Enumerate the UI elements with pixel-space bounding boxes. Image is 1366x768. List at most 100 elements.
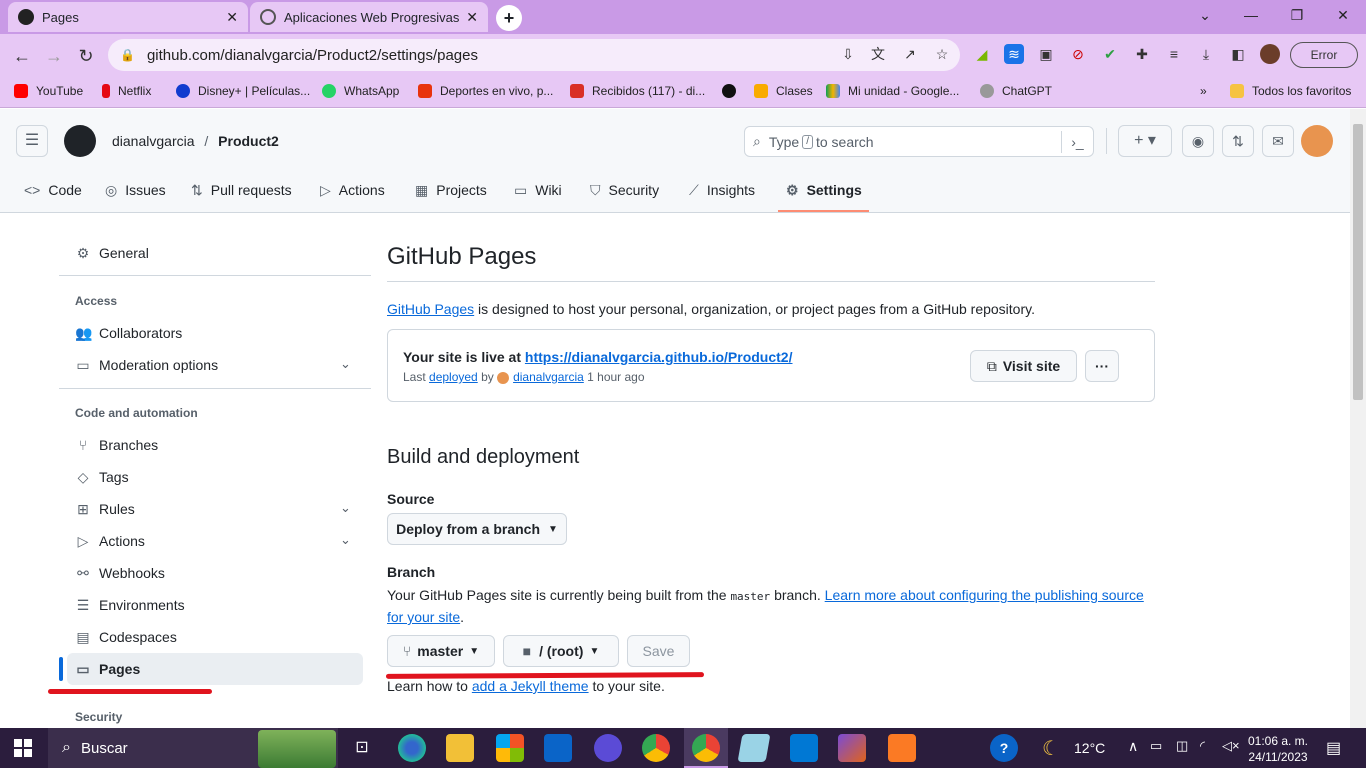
tab-settings[interactable]: ⚙ Settings	[786, 180, 862, 200]
chrome-profile-icon[interactable]	[692, 734, 720, 762]
bookmark-all-favorites[interactable]: Todos los favoritos	[1230, 82, 1351, 100]
tab-issues[interactable]: ◎ Issues	[105, 180, 166, 200]
search-input[interactable]: ⌕ Type / to search ›_	[744, 126, 1094, 157]
photos-icon[interactable]	[594, 734, 622, 762]
file-explorer-icon[interactable]	[446, 734, 474, 762]
install-app-icon[interactable]: ⇩	[838, 44, 858, 64]
bookmark-youtube[interactable]: YouTube	[14, 82, 83, 100]
chrome-icon[interactable]	[642, 734, 670, 762]
star-icon[interactable]: ☆	[932, 44, 952, 64]
error-button[interactable]: Error	[1290, 42, 1358, 68]
close-tab-icon[interactable]: ✕	[226, 9, 238, 26]
mail-icon[interactable]	[544, 734, 572, 762]
extension-wifi-icon[interactable]: ≋	[1004, 44, 1024, 64]
sidebar-item-webhooks[interactable]: ⚯ Webhooks	[75, 563, 165, 583]
new-tab-button[interactable]: +	[496, 5, 522, 31]
back-icon[interactable]: ←	[10, 44, 34, 68]
restore-button[interactable]: ❐	[1274, 0, 1320, 30]
volume-muted-icon[interactable]: ◁×	[1222, 738, 1240, 754]
translate-icon[interactable]: 文	[868, 44, 888, 64]
tab-code[interactable]: <> Code	[24, 180, 82, 200]
close-window-button[interactable]: ✕	[1320, 0, 1366, 30]
extension-screen-icon[interactable]: ▣	[1036, 44, 1056, 64]
folder-select[interactable]: ■ / (root) ▼	[503, 635, 619, 667]
display-icon[interactable]: ◫	[1176, 738, 1188, 754]
media-control-icon[interactable]: ≡	[1164, 44, 1184, 64]
bookmark-gmail[interactable]: Recibidos (117) - di...	[570, 82, 705, 100]
github-logo-icon[interactable]	[64, 125, 96, 157]
hamburger-menu-button[interactable]: ☰	[16, 125, 48, 157]
store-icon[interactable]	[496, 734, 524, 762]
scrollbar-thumb[interactable]	[1353, 124, 1363, 400]
downloads-icon[interactable]: ⤓	[1196, 44, 1216, 64]
pull-requests-icon[interactable]: ⇅	[1222, 125, 1254, 157]
bookmark-deportes[interactable]: Deportes en vivo, p...	[418, 82, 553, 100]
branch-select[interactable]: ⑂ master ▼	[387, 635, 495, 667]
address-bar[interactable]: 🔒 github.com/dianalvgarcia/Product2/sett…	[108, 39, 960, 71]
tab-insights[interactable]: ⟋ Insights	[689, 180, 755, 200]
wifi-icon[interactable]: ◜	[1200, 738, 1205, 754]
bookmark-drive[interactable]: Mi unidad - Google...	[826, 82, 959, 100]
source-select[interactable]: Deploy from a branch ▼	[387, 513, 567, 545]
create-new-button[interactable]: + ▾	[1118, 125, 1172, 157]
sidebar-item-general[interactable]: ⚙ General	[75, 243, 149, 263]
bookmark-site[interactable]	[722, 82, 744, 100]
minimize-button[interactable]: —	[1228, 0, 1274, 30]
profile-avatar[interactable]	[1260, 44, 1280, 64]
bookmark-disney[interactable]: Disney+ | Películas...	[176, 82, 310, 100]
issues-icon[interactable]: ◉	[1182, 125, 1214, 157]
taskbar-clock[interactable]: 01:06 a. m. 24/11/2023	[1246, 733, 1310, 765]
tab-pages[interactable]: Pages ✕	[8, 2, 248, 32]
reload-icon[interactable]: ↻	[74, 44, 98, 68]
github-pages-link[interactable]: GitHub Pages	[387, 301, 474, 317]
task-view-icon[interactable]: ⊡	[348, 734, 376, 762]
sidebar-item-codespaces[interactable]: ▤ Codespaces	[75, 627, 176, 647]
windows-start-icon[interactable]	[14, 739, 32, 757]
owner-link[interactable]: dianalvgarcia	[112, 133, 195, 149]
close-tab-icon[interactable]: ✕	[466, 9, 478, 26]
sidebar-item-branches[interactable]: ⑂ Branches	[75, 435, 158, 455]
tab-actions[interactable]: ▷ Actions	[320, 180, 385, 200]
git-app-icon[interactable]	[838, 734, 866, 762]
forward-icon[interactable]: →	[42, 44, 66, 68]
bookmark-netflix[interactable]: Netflix	[102, 82, 151, 100]
tab-projects[interactable]: ▦ Projects	[415, 180, 487, 200]
share-icon[interactable]: ↗	[900, 44, 920, 64]
tab-pwa[interactable]: Aplicaciones Web Progresivas ✕	[250, 2, 488, 32]
sidebar-item-actions[interactable]: ▷ Actions	[75, 531, 145, 551]
user-link[interactable]: dianalvgarcia	[513, 370, 584, 384]
bookmarks-overflow-icon[interactable]: »	[1200, 82, 1207, 100]
site-url-link[interactable]: https://dianalvgarcia.github.io/Product2…	[525, 349, 793, 365]
bookmark-chatgpt[interactable]: ChatGPT	[980, 82, 1052, 100]
user-avatar[interactable]	[1301, 125, 1333, 157]
chevron-down-icon[interactable]: ⌄	[340, 500, 351, 516]
chevron-down-icon[interactable]: ⌄	[340, 356, 351, 372]
help-icon[interactable]: ?	[990, 734, 1018, 762]
sidebar-icon[interactable]: ◧	[1228, 44, 1248, 64]
bookmark-clases[interactable]: Clases	[754, 82, 813, 100]
command-palette-icon[interactable]: ›_	[1061, 131, 1093, 153]
sidebar-item-tags[interactable]: ◇ Tags	[75, 467, 129, 487]
tab-security[interactable]: ⛉ Security	[590, 180, 659, 200]
xampp-icon[interactable]	[888, 734, 916, 762]
deployed-link[interactable]: deployed	[429, 370, 478, 384]
sidebar-item-rules[interactable]: ⊞ Rules	[75, 499, 135, 519]
inbox-icon[interactable]: ✉	[1262, 125, 1294, 157]
extensions-puzzle-icon[interactable]: ✚	[1132, 44, 1152, 64]
extension-block-icon[interactable]: ⊘	[1068, 44, 1088, 64]
repo-link[interactable]: Product2	[218, 133, 279, 149]
notepad-icon[interactable]	[737, 734, 771, 762]
notifications-icon[interactable]: ▤	[1326, 738, 1341, 758]
battery-icon[interactable]: ▭	[1150, 738, 1162, 754]
bookmark-whatsapp[interactable]: WhatsApp	[322, 82, 399, 100]
tray-chevron-icon[interactable]: ∧	[1128, 738, 1138, 755]
extension-leaf-icon[interactable]: ◢	[972, 44, 992, 64]
sidebar-item-environments[interactable]: ☰ Environments	[75, 595, 185, 615]
sidebar-item-pages[interactable]: ▭ Pages	[75, 659, 140, 679]
sidebar-item-collaborators[interactable]: 👥 Collaborators	[75, 323, 182, 343]
vscode-icon[interactable]	[790, 734, 818, 762]
edge-icon[interactable]	[398, 734, 426, 762]
tab-pull-requests[interactable]: ⇅ Pull requests	[191, 180, 292, 200]
tab-wiki[interactable]: ▭ Wiki	[514, 180, 562, 200]
visit-site-button[interactable]: ⧉ Visit site	[970, 350, 1077, 382]
